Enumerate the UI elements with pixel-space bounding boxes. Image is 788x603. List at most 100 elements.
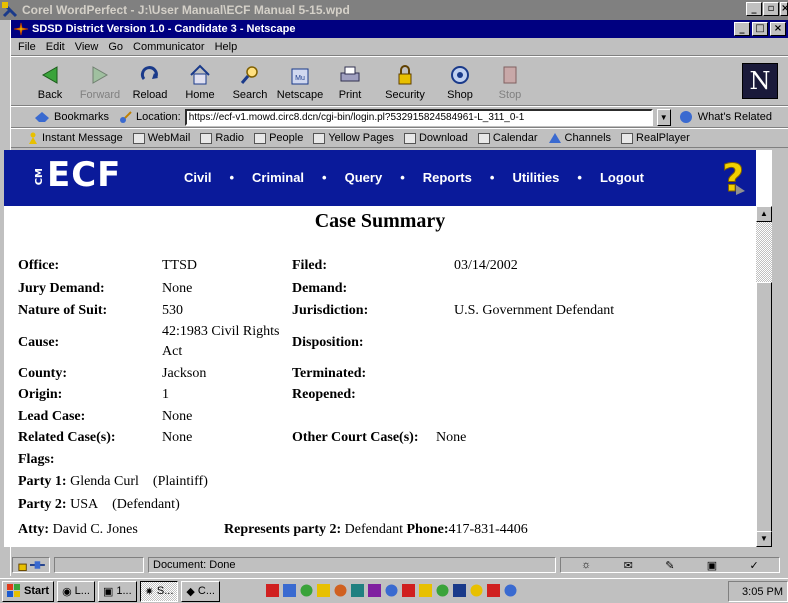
tray-icon[interactable] [282,583,297,598]
scroll-up-button[interactable]: ▲ [756,206,772,222]
taskbar-item-1[interactable]: ◉ L... [57,580,95,602]
netscape-button[interactable]: Mu Netscape [275,63,325,101]
menu-go[interactable]: Go [103,41,128,53]
tray-icon[interactable] [503,583,518,598]
calendar-link[interactable]: Calendar [477,132,538,144]
party-1-label: Party 1: [18,474,67,489]
forward-button[interactable]: Forward [75,63,125,101]
reload-icon [140,66,158,80]
scroll-down-button[interactable]: ▼ [756,531,772,547]
app-icon: ✷ [144,585,154,598]
security-button[interactable]: Security [375,63,435,101]
channels-link[interactable]: Channels [548,132,611,144]
tray-icon[interactable] [452,583,467,598]
outer-restore-button[interactable]: ▫ [763,2,779,16]
stop-icon [503,66,517,84]
tray-icon[interactable] [350,583,365,598]
related-cases-value: None [162,430,193,445]
security-status[interactable] [12,557,50,573]
taskbar-item-3[interactable]: ✷ S... [139,580,179,602]
tray-icon[interactable] [316,583,331,598]
stop-button[interactable]: Stop [485,63,535,101]
bookmark-icon [477,132,490,144]
instant-message-link[interactable]: Instant Message [27,132,123,144]
forward-arrow-icon [92,66,109,84]
discussion-icon[interactable]: ✎ [665,559,674,572]
bookmark-icon [132,132,145,144]
print-button[interactable]: Print [325,63,375,101]
represents-label: Represents party 2: [224,522,342,537]
tray-icon[interactable] [333,583,348,598]
radio-link[interactable]: Radio [200,132,244,144]
system-tray-clock[interactable]: 3:05 PM [728,581,788,602]
bookmarks-button[interactable]: Bookmarks [33,110,109,124]
menu-communicator[interactable]: Communicator [128,41,210,53]
windows-logo-icon [7,584,20,597]
tray-icon[interactable] [299,583,314,598]
navigation-toolbar: Back Forward Reload Home Search Mu Netsc… [11,56,788,106]
tray-icon[interactable] [265,583,280,598]
menu-bar: File Edit View Go Communicator Help [11,38,788,56]
netscape-logo[interactable]: N [742,63,778,99]
office-value: TTSD [162,258,197,273]
menu-view[interactable]: View [70,41,104,53]
shop-button[interactable]: Shop [435,63,485,101]
bookmark-icon [254,132,267,144]
filed-label: Filed: [292,258,327,273]
back-button[interactable]: Back [25,63,75,101]
quicklaunch-tray-icons [265,583,518,598]
vertical-scrollbar[interactable]: ▲ ▼ [756,206,772,547]
home-icon [190,64,210,85]
location-dropdown-button[interactable]: ▼ [656,108,671,126]
search-button[interactable]: Search [225,63,275,101]
related-cases-label: Related Case(s): [18,430,116,445]
home-button[interactable]: Home [175,63,225,101]
location-input[interactable]: https://ecf-v1.mowd.circ8.dcn/cgi-bin/lo… [184,108,653,126]
party-1-name: Glenda Curl [70,474,139,489]
back-arrow-icon [41,66,58,84]
menu-help[interactable]: Help [210,41,243,53]
maximize-button[interactable]: □ [752,22,768,36]
page-content: CMECF Civil • Criminal • Query • Reports… [4,150,772,547]
start-button[interactable]: Start [2,580,55,602]
represents-row: Represents party 2: Defendant Phone:417-… [224,522,528,538]
menu-edit[interactable]: Edit [41,41,70,53]
aim-icon [29,132,37,144]
tray-icon[interactable] [418,583,433,598]
minimize-button[interactable]: _ [734,22,750,36]
scroll-thumb[interactable] [756,282,772,532]
tray-icon[interactable] [384,583,399,598]
jurisdiction-label: Jurisdiction: [292,303,369,318]
close-button[interactable]: × [770,22,786,36]
status-bar: Document: Done ☼ ✉ ✎ ▣ ✓ [10,555,788,575]
whats-related-button[interactable]: What's Related [677,110,772,124]
outer-close-button[interactable]: × [780,2,788,16]
app-icon: ▣ [102,585,114,598]
taskbar-item-2[interactable]: ▣ 1... [97,580,137,602]
reload-button[interactable]: Reload [125,63,175,101]
browser-title: SDSD District Version 1.0 - Candidate 3 … [32,23,296,35]
tray-icon[interactable] [486,583,501,598]
outer-minimize-button[interactable]: _ [746,2,762,16]
navigator-icon[interactable]: ☼ [581,559,591,571]
mail-icon[interactable]: ✉ [624,559,633,572]
bookmark-icon [621,132,634,144]
realplayer-link[interactable]: RealPlayer [621,132,690,144]
check-icon[interactable]: ✓ [750,559,759,572]
yellow-pages-link[interactable]: Yellow Pages [313,132,394,144]
people-link[interactable]: People [254,132,303,144]
webmail-link[interactable]: WebMail [132,132,190,144]
tray-icon[interactable] [367,583,382,598]
windows-taskbar: Start ◉ L... ▣ 1... ✷ S... ◆ C... 3:05 PM [0,578,788,603]
tray-icon[interactable] [435,583,450,598]
cause-value: 42:1983 Civil Rights [162,324,280,339]
taskbar-item-4[interactable]: ◆ C... [181,580,220,602]
tray-icon[interactable] [469,583,484,598]
menu-file[interactable]: File [13,41,41,53]
tray-icon[interactable] [401,583,416,598]
terminated-label: Terminated: [292,366,367,381]
download-link[interactable]: Download [403,132,468,144]
browser-window-controls: _ □ × [734,22,786,36]
composer-icon[interactable]: ▣ [707,559,717,572]
case-summary-table: Office: TTSD Jury Demand: None Nature of… [18,150,758,547]
